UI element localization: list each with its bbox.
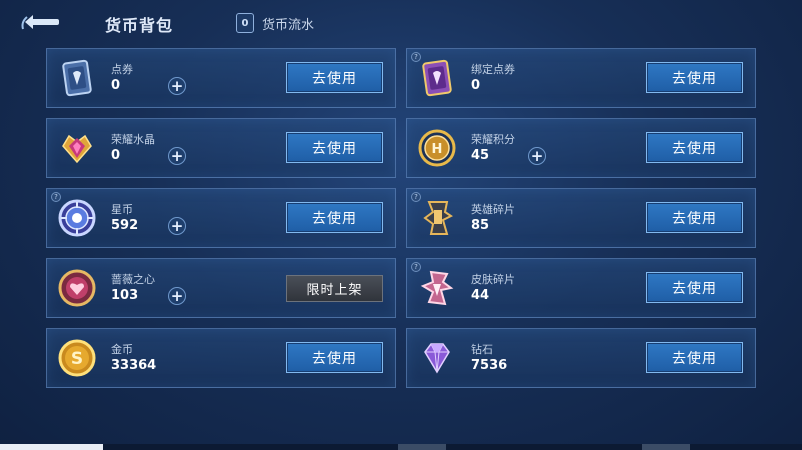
- currency-card-glory-points: H 荣耀积分 45 + 去使用: [406, 118, 756, 178]
- limited-time-badge: 限时上架: [286, 275, 383, 302]
- currency-name: 星币: [111, 203, 133, 216]
- currency-card-bound-voucher: ? 绑定点券 0 去使用: [406, 48, 756, 108]
- use-button[interactable]: 去使用: [646, 342, 743, 373]
- currency-name: 荣耀水晶: [111, 133, 155, 146]
- bottom-indicator-bar: [0, 444, 802, 450]
- gold-coin-icon: S: [57, 338, 97, 378]
- use-button[interactable]: 去使用: [646, 272, 743, 303]
- currency-count: 0: [111, 78, 121, 93]
- currency-flow-link[interactable]: 0 货币流水: [236, 13, 314, 33]
- use-button[interactable]: 去使用: [286, 342, 383, 373]
- add-button[interactable]: +: [168, 147, 186, 165]
- currency-name: 点券: [111, 63, 133, 76]
- currency-card-rose-heart: 蔷薇之心 103 + 限时上架: [46, 258, 396, 318]
- add-button[interactable]: +: [168, 287, 186, 305]
- currency-count: 103: [111, 288, 139, 303]
- bottom-indicator-segment: [0, 444, 103, 450]
- currency-card-gold-coin: S 金币 33364 去使用: [46, 328, 396, 388]
- glory-points-icon: H: [417, 128, 457, 168]
- use-button[interactable]: 去使用: [646, 132, 743, 163]
- currency-card-star-coin: ? 星币 592 + 去使用: [46, 188, 396, 248]
- back-button[interactable]: [16, 8, 62, 36]
- currency-name: 绑定点券: [471, 63, 515, 76]
- svg-text:S: S: [71, 349, 83, 369]
- currency-name: 金币: [111, 343, 133, 356]
- add-button[interactable]: +: [168, 217, 186, 235]
- currency-card-hero-fragment: ? 英雄碎片 85 去使用: [406, 188, 756, 248]
- use-button[interactable]: 去使用: [286, 62, 383, 93]
- currency-name: 皮肤碎片: [471, 273, 515, 286]
- use-button[interactable]: 去使用: [286, 202, 383, 233]
- use-button[interactable]: 去使用: [286, 132, 383, 163]
- currency-count: 44: [471, 288, 490, 303]
- currency-count: 45: [471, 148, 490, 163]
- currency-flow-label: 货币流水: [262, 17, 315, 33]
- currency-name: 荣耀积分: [471, 133, 515, 146]
- glory-crystal-icon: [57, 128, 97, 168]
- currency-count: 592: [111, 218, 139, 233]
- currency-count: 33364: [111, 358, 157, 373]
- currency-count: 0: [111, 148, 121, 163]
- use-button[interactable]: 去使用: [646, 62, 743, 93]
- hero-fragment-icon: [417, 198, 457, 238]
- bottom-indicator-segment: [642, 444, 690, 450]
- star-coin-icon: [57, 198, 97, 238]
- svg-text:H: H: [432, 142, 443, 157]
- currency-count: 7536: [471, 358, 508, 373]
- currency-card-glory-crystal: 荣耀水晶 0 + 去使用: [46, 118, 396, 178]
- rose-heart-icon: [57, 268, 97, 308]
- currency-card-diamond: 钻石 7536 去使用: [406, 328, 756, 388]
- use-button[interactable]: 去使用: [646, 202, 743, 233]
- bottom-indicator-segment: [398, 444, 446, 450]
- skin-fragment-icon: [417, 268, 457, 308]
- voucher-card-icon: [57, 58, 97, 98]
- back-arrow-icon: [21, 15, 59, 30]
- ledger-icon: 0: [236, 13, 254, 33]
- currency-count: 0: [471, 78, 481, 93]
- currency-count: 85: [471, 218, 490, 233]
- currency-name: 蔷薇之心: [111, 273, 155, 286]
- page-title: 货币背包: [105, 16, 174, 35]
- currency-card-skin-fragment: ? 皮肤碎片 44 去使用: [406, 258, 756, 318]
- bound-voucher-card-icon: [417, 58, 457, 98]
- diamond-icon: [417, 338, 457, 378]
- currency-card-voucher: 点券 0 + 去使用: [46, 48, 396, 108]
- currency-name: 钻石: [471, 343, 493, 356]
- add-button[interactable]: +: [528, 147, 546, 165]
- currency-name: 英雄碎片: [471, 203, 515, 216]
- add-button[interactable]: +: [168, 77, 186, 95]
